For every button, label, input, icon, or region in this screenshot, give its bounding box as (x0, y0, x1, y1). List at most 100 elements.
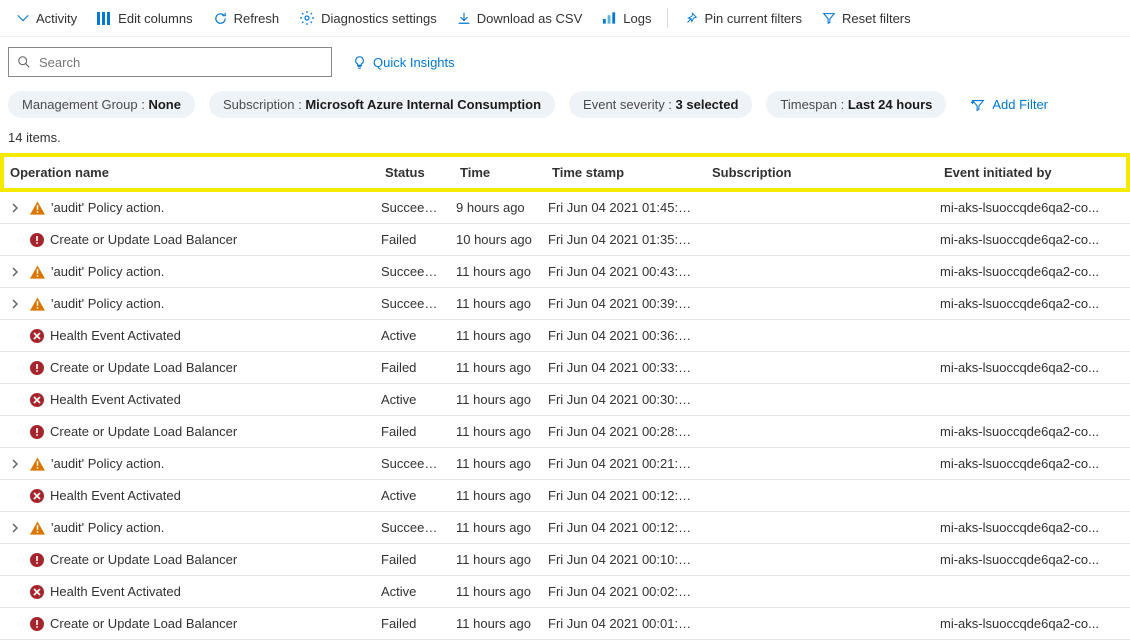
cell-time: 11 hours ago (450, 450, 542, 477)
refresh-button[interactable]: Refresh (205, 7, 288, 30)
error-x-icon (30, 329, 44, 343)
cell-status: Active (375, 482, 450, 509)
operation-name: Health Event Activated (50, 584, 181, 599)
error-x-icon (30, 393, 44, 407)
expand-toggle[interactable] (6, 203, 24, 213)
cell-timestamp: Fri Jun 04 2021 00:12:2... (542, 514, 702, 541)
col-time[interactable]: Time (454, 157, 546, 188)
chevron-right-icon (10, 203, 20, 213)
quick-insights-label: Quick Insights (373, 55, 455, 70)
cell-initiated-by: mi-aks-lsuoccqde6qa2-co... (934, 226, 1130, 253)
cell-initiated-by: mi-aks-lsuoccqde6qa2-co... (934, 354, 1130, 381)
cell-status: Active (375, 322, 450, 349)
cell-timestamp: Fri Jun 04 2021 00:10:3... (542, 546, 702, 573)
cell-subscription (702, 426, 934, 438)
cell-initiated-by (934, 330, 1130, 342)
expand-toggle[interactable] (6, 299, 24, 309)
expand-toggle[interactable] (6, 267, 24, 277)
pill-label: Management Group : (22, 97, 148, 112)
filter-management-group[interactable]: Management Group : None (8, 91, 195, 118)
operation-name: Create or Update Load Balancer (50, 360, 237, 375)
refresh-icon (213, 11, 228, 26)
cell-status: Active (375, 386, 450, 413)
table-row[interactable]: 'audit' Policy action.Succeeded11 hours … (0, 512, 1130, 544)
cell-subscription (702, 266, 934, 278)
chevron-right-icon (10, 523, 20, 533)
search-input[interactable] (37, 54, 323, 71)
expand-toggle[interactable] (6, 523, 24, 533)
table-row[interactable]: Create or Update Load BalancerFailed11 h… (0, 544, 1130, 576)
cell-timestamp: Fri Jun 04 2021 00:28:2... (542, 418, 702, 445)
warning-icon (30, 265, 45, 279)
operation-name: 'audit' Policy action. (51, 296, 164, 311)
expand-toggle[interactable] (6, 459, 24, 469)
table-row[interactable]: Health Event Activated Active11 hours ago… (0, 320, 1130, 352)
cell-initiated-by: mi-aks-lsuoccqde6qa2-co... (934, 258, 1130, 285)
cell-operation: Create or Update Load Balancer (0, 610, 375, 637)
cell-timestamp: Fri Jun 04 2021 00:39:5... (542, 290, 702, 317)
table-row[interactable]: Health Event ActivatedActive11 hours ago… (0, 576, 1130, 608)
cell-time: 11 hours ago (450, 418, 542, 445)
cell-subscription (702, 202, 934, 214)
cell-operation: Create or Update Load Balancer (0, 354, 375, 381)
operation-name: Health Event Activated (50, 328, 181, 343)
cell-timestamp: Fri Jun 04 2021 01:45:3... (542, 194, 702, 221)
cell-time: 11 hours ago (450, 386, 542, 413)
edit-columns-button[interactable]: Edit columns (89, 7, 200, 30)
table-row[interactable]: 'audit' Policy action.Succeeded11 hours … (0, 288, 1130, 320)
edit-columns-label: Edit columns (118, 11, 192, 26)
cell-initiated-by (934, 490, 1130, 502)
pin-filters-label: Pin current filters (704, 11, 802, 26)
download-csv-button[interactable]: Download as CSV (449, 7, 591, 30)
cell-time: 11 hours ago (450, 258, 542, 285)
cell-subscription (702, 394, 934, 406)
warning-icon (30, 521, 45, 535)
activity-dropdown[interactable]: Activity (8, 7, 85, 30)
col-initiated-by[interactable]: Event initiated by (938, 157, 1126, 188)
cell-timestamp: Fri Jun 04 2021 00:12:2... (542, 482, 702, 509)
cell-status: Failed (375, 418, 450, 445)
refresh-label: Refresh (234, 11, 280, 26)
col-status[interactable]: Status (379, 157, 454, 188)
pin-filters-button[interactable]: Pin current filters (676, 7, 810, 30)
logs-button[interactable]: Logs (594, 7, 659, 30)
table-row[interactable]: 'audit' Policy action.Succeeded9 hours a… (0, 192, 1130, 224)
cell-time: 11 hours ago (450, 322, 542, 349)
col-subscription[interactable]: Subscription (706, 157, 938, 188)
quick-insights-link[interactable]: Quick Insights (352, 55, 455, 70)
gear-icon (299, 10, 315, 26)
pill-label: Timespan : (780, 97, 847, 112)
diagnostics-button[interactable]: Diagnostics settings (291, 6, 445, 30)
table-row[interactable]: Create or Update Load BalancerFailed10 h… (0, 224, 1130, 256)
table-row[interactable]: Health Event ActivatedActive11 hours ago… (0, 480, 1130, 512)
chevron-right-icon (10, 299, 20, 309)
filter-timespan[interactable]: Timespan : Last 24 hours (766, 91, 946, 118)
chevron-down-icon (16, 11, 30, 25)
search-icon (17, 55, 31, 69)
search-row: Quick Insights (0, 37, 1130, 85)
add-filter-button[interactable]: Add Filter (960, 91, 1058, 118)
col-timestamp[interactable]: Time stamp (546, 157, 706, 188)
cell-time: 9 hours ago (450, 194, 542, 221)
table-row[interactable]: Create or Update Load BalancerFailed11 h… (0, 352, 1130, 384)
cell-operation: Health Event Activated (0, 386, 375, 413)
table-row[interactable]: Create or Update Load BalancerFailed11 h… (0, 416, 1130, 448)
filter-subscription[interactable]: Subscription : Microsoft Azure Internal … (209, 91, 555, 118)
col-operation[interactable]: Operation name (4, 157, 379, 188)
cell-status: Failed (375, 546, 450, 573)
table-row[interactable]: Health Event ActivatedActive11 hours ago… (0, 384, 1130, 416)
columns-icon (97, 12, 112, 25)
filter-event-severity[interactable]: Event severity : 3 selected (569, 91, 752, 118)
cell-operation: Create or Update Load Balancer (0, 546, 375, 573)
table-row[interactable]: 'audit' Policy action.Succeeded11 hours … (0, 448, 1130, 480)
filter-reset-icon (822, 11, 836, 25)
cell-time: 10 hours ago (450, 226, 542, 253)
cell-initiated-by: mi-aks-lsuoccqde6qa2-co... (934, 514, 1130, 541)
pill-value: Microsoft Azure Internal Consumption (305, 97, 541, 112)
table-row[interactable]: 'audit' Policy action.Succeeded11 hours … (0, 256, 1130, 288)
cell-timestamp: Fri Jun 04 2021 00:36:1... (542, 322, 702, 349)
cell-initiated-by: mi-aks-lsuoccqde6qa2-co... (934, 546, 1130, 573)
search-box[interactable] (8, 47, 332, 77)
table-row[interactable]: Create or Update Load BalancerFailed11 h… (0, 608, 1130, 640)
reset-filters-button[interactable]: Reset filters (814, 7, 919, 30)
